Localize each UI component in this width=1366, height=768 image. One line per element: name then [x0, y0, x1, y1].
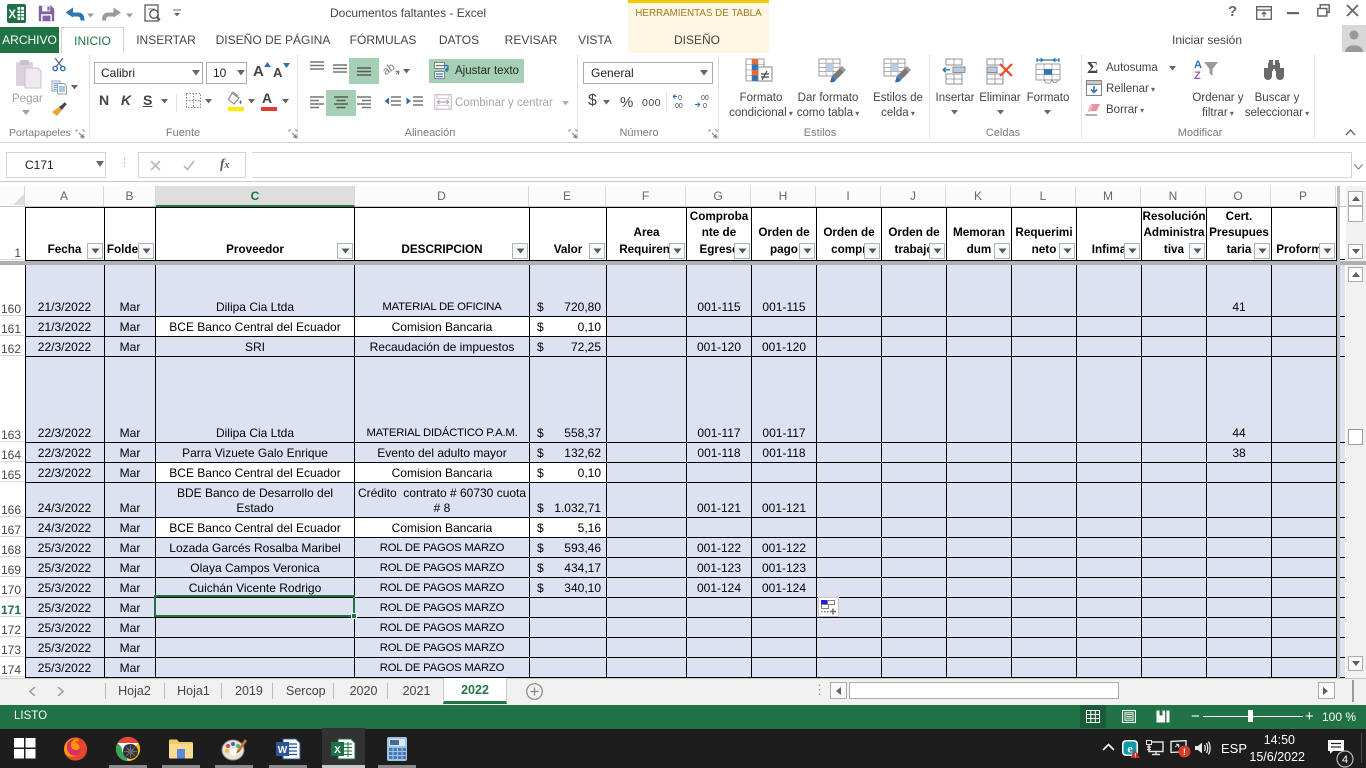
- svg-text:e: e: [1127, 742, 1133, 756]
- svg-text:0: 0: [678, 95, 682, 102]
- svg-text:00: 00: [675, 103, 683, 109]
- svg-text:X: X: [334, 745, 341, 756]
- svg-text:ab: ab: [382, 61, 397, 78]
- svg-text:0: 0: [703, 103, 707, 109]
- svg-text:Z: Z: [1194, 70, 1201, 82]
- svg-text:!: !: [1183, 747, 1186, 758]
- svg-text:X: X: [8, 9, 16, 21]
- svg-text:4: 4: [1342, 754, 1348, 766]
- svg-text:00: 00: [701, 95, 709, 102]
- svg-text:W: W: [278, 745, 288, 756]
- svg-text:!: !: [1134, 754, 1136, 759]
